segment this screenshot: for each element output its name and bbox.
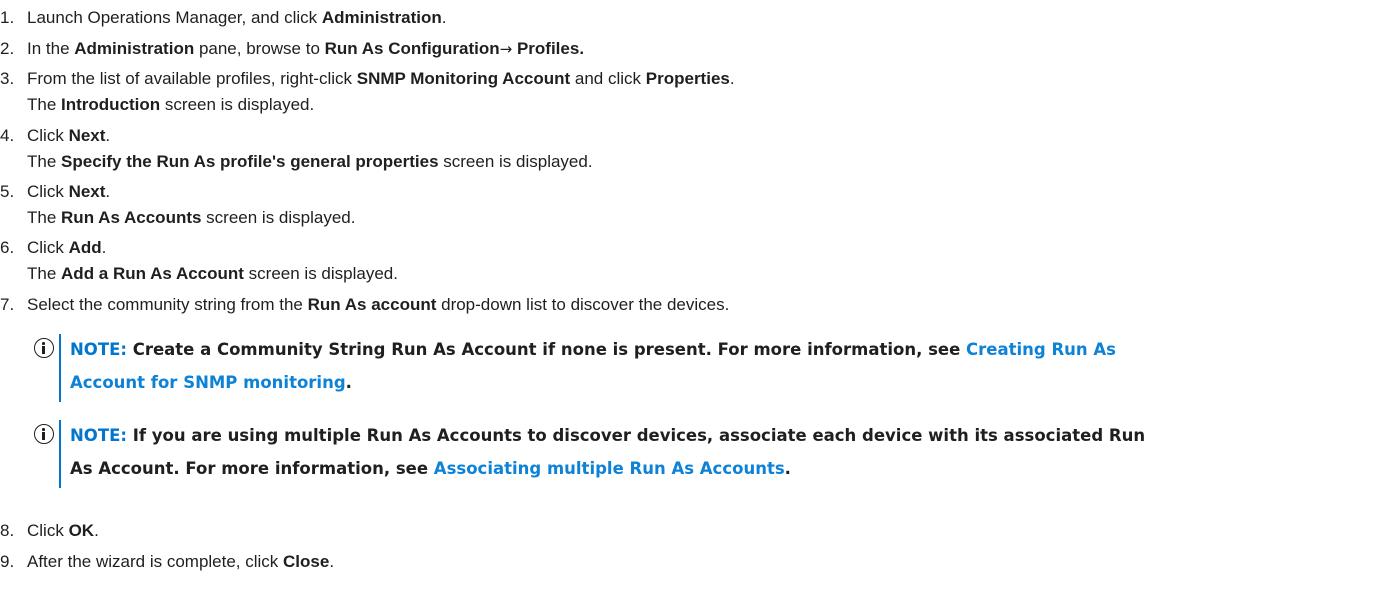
step-result: The Add a Run As Account screen is displ… <box>27 264 398 283</box>
creating-run-as-account-link[interactable]: Creating Run As <box>966 340 1116 359</box>
step-number: 7. <box>0 295 15 314</box>
ui-term: Run As account <box>307 295 437 314</box>
step-text: After the wizard is complete, click Clos… <box>27 552 335 571</box>
ui-term: Run As Accounts <box>61 208 202 227</box>
ui-term: OK <box>68 521 95 540</box>
step-number: 9. <box>0 552 15 571</box>
step-text: From the list of available profiles, rig… <box>27 69 735 88</box>
step-number: 2. <box>0 39 15 58</box>
right-arrow-icon: → <box>499 40 513 58</box>
note-text: NOTE: Create a Community String Run As A… <box>70 340 1116 392</box>
ui-term: Add a Run As Account <box>61 264 244 283</box>
note-label: NOTE: <box>70 426 127 445</box>
ui-term: SNMP Monitoring Account <box>356 69 571 88</box>
ui-term: Properties <box>645 69 730 88</box>
info-circle-icon <box>34 424 54 444</box>
ui-term: Run As Configuration <box>324 39 500 58</box>
step-number: 8. <box>0 521 15 540</box>
step-text: Click OK. <box>27 521 99 540</box>
ui-term: Next <box>68 182 106 201</box>
step-number: 3. <box>0 69 15 88</box>
step-number: 6. <box>0 238 15 257</box>
step-text: Click Next. <box>27 126 111 145</box>
info-circle-icon <box>34 338 54 358</box>
note-callout: NOTE: If you are using multiple Run As A… <box>34 420 1396 488</box>
ui-term: Introduction <box>61 95 161 114</box>
step-text: Click Next. <box>27 182 111 201</box>
step-result: The Introduction screen is displayed. <box>27 95 315 114</box>
ui-term: Specify the Run As profile's general pro… <box>61 152 439 171</box>
note-text: NOTE: If you are using multiple Run As A… <box>70 426 1146 478</box>
step-number: 5. <box>0 182 15 201</box>
note-label: NOTE: <box>70 340 127 359</box>
ui-term: Administration <box>74 39 195 58</box>
step-result: The Run As Accounts screen is displayed. <box>27 208 356 227</box>
creating-run-as-account-link-cont[interactable]: Account for SNMP monitoring <box>70 373 346 392</box>
ui-term: Close <box>283 552 330 571</box>
ui-term: Add <box>68 238 102 257</box>
step-text: In the Administration pane, browse to Ru… <box>27 39 585 58</box>
step-number: 1. <box>0 8 15 27</box>
step-number: 4. <box>0 126 15 145</box>
ui-term: Next <box>68 126 106 145</box>
ui-term: Profiles. <box>512 39 585 58</box>
step-text: Select the community string from the Run… <box>27 295 730 314</box>
associating-run-as-accounts-link[interactable]: Associating multiple Run As Accounts <box>434 459 785 478</box>
note-accent-bar <box>59 334 61 402</box>
ui-term: Administration <box>321 8 442 27</box>
note-accent-bar <box>59 420 61 488</box>
step-text: Launch Operations Manager, and click Adm… <box>27 8 447 27</box>
note-callout: NOTE: Create a Community String Run As A… <box>34 334 1396 402</box>
step-result: The Specify the Run As profile's general… <box>27 152 593 171</box>
step-text: Click Add. <box>27 238 107 257</box>
